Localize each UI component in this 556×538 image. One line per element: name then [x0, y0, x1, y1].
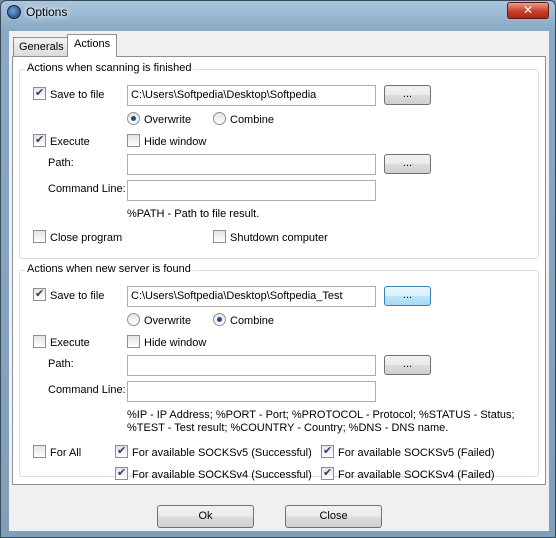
scan-finished-group: Actions when scanning is finished Save t…	[19, 62, 539, 259]
server-path-label: Path:	[48, 358, 74, 370]
scan-path-input[interactable]	[127, 154, 376, 175]
socks5-successful-checkbox[interactable]: For available SOCKSv5 (Successful)	[115, 444, 312, 459]
radio-dot	[127, 313, 140, 326]
server-save-to-file-checkbox[interactable]: Save to file	[33, 287, 104, 302]
checkbox-box	[321, 466, 334, 480]
options-window: Options ✕ Generals Actions Actions when …	[0, 0, 556, 538]
scan-save-path-input[interactable]: C:\Users\Softpedia\Desktop\Softpedia	[127, 85, 376, 106]
scan-command-line-label: Command Line:	[48, 183, 126, 195]
server-command-line-input[interactable]	[127, 381, 376, 402]
server-hint-line-2: %TEST - Test result; %COUNTRY - Country;…	[127, 422, 449, 434]
scan-save-to-file-checkbox[interactable]: Save to file	[33, 86, 104, 101]
server-path-input[interactable]	[127, 355, 376, 376]
radio-dot	[127, 112, 140, 125]
server-hide-window-checkbox[interactable]: Hide window	[127, 335, 206, 349]
server-combine-radio[interactable]: Combine	[213, 313, 274, 327]
window-close-button[interactable]: ✕	[507, 2, 549, 19]
close-button[interactable]: Close	[285, 505, 382, 528]
scan-path-browse-button[interactable]: ...	[384, 154, 431, 174]
radio-dot	[213, 313, 226, 326]
scan-overwrite-radio[interactable]: Overwrite	[127, 112, 191, 126]
scan-execute-checkbox[interactable]: Execute	[33, 133, 90, 148]
tab-actions[interactable]: Actions	[67, 34, 118, 57]
radio-dot	[213, 112, 226, 125]
ok-button[interactable]: Ok	[157, 505, 254, 528]
checkbox-box	[127, 134, 140, 147]
checkbox-box	[33, 86, 46, 100]
server-found-legend: Actions when new server is found	[25, 263, 193, 275]
server-path-browse-button[interactable]: ...	[384, 355, 431, 375]
server-found-group: Actions when new server is found Save to…	[19, 263, 539, 481]
dialog-client-area: Generals Actions Actions when scanning i…	[9, 31, 549, 531]
server-save-path-input[interactable]: C:\Users\Softpedia\Desktop\Softpedia_Tes…	[127, 286, 376, 307]
scan-save-browse-button[interactable]: ...	[384, 85, 431, 105]
scan-hide-window-checkbox[interactable]: Hide window	[127, 134, 206, 148]
checkbox-box	[213, 230, 226, 243]
scan-hint-text: %PATH - Path to file result.	[127, 208, 260, 220]
shutdown-computer-checkbox[interactable]: Shutdown computer	[213, 230, 328, 244]
checkbox-box	[33, 133, 46, 147]
for-all-checkbox[interactable]: For All	[33, 445, 81, 459]
app-icon	[7, 5, 21, 19]
checkbox-box	[33, 335, 46, 348]
checkbox-box	[33, 287, 46, 301]
actions-tab-page: Actions when scanning is finished Save t…	[12, 56, 546, 485]
title-bar[interactable]: Options ✕	[1, 1, 555, 27]
window-title: Options	[26, 5, 68, 19]
checkbox-box	[127, 335, 140, 348]
checkbox-box	[115, 444, 128, 458]
server-command-line-label: Command Line:	[48, 384, 126, 396]
checkbox-box	[115, 466, 128, 480]
server-execute-checkbox[interactable]: Execute	[33, 335, 90, 349]
checkbox-box	[321, 444, 334, 458]
server-save-browse-button[interactable]: ...	[384, 286, 431, 306]
close-program-checkbox[interactable]: Close program	[33, 230, 122, 244]
scan-command-line-input[interactable]	[127, 180, 376, 201]
scan-combine-radio[interactable]: Combine	[213, 112, 274, 126]
close-icon: ✕	[522, 3, 534, 17]
socks4-failed-checkbox[interactable]: For available SOCKSv4 (Failed)	[321, 466, 495, 481]
tab-generals[interactable]: Generals	[13, 37, 70, 56]
server-hint-line-1: %IP - IP Address; %PORT - Port; %PROTOCO…	[127, 409, 515, 421]
socks4-successful-checkbox[interactable]: For available SOCKSv4 (Successful)	[115, 466, 312, 481]
checkbox-box	[33, 230, 46, 243]
checkbox-box	[33, 445, 46, 458]
socks5-failed-checkbox[interactable]: For available SOCKSv5 (Failed)	[321, 444, 495, 459]
scan-path-label: Path:	[48, 157, 74, 169]
scan-finished-legend: Actions when scanning is finished	[25, 62, 194, 74]
server-overwrite-radio[interactable]: Overwrite	[127, 313, 191, 327]
